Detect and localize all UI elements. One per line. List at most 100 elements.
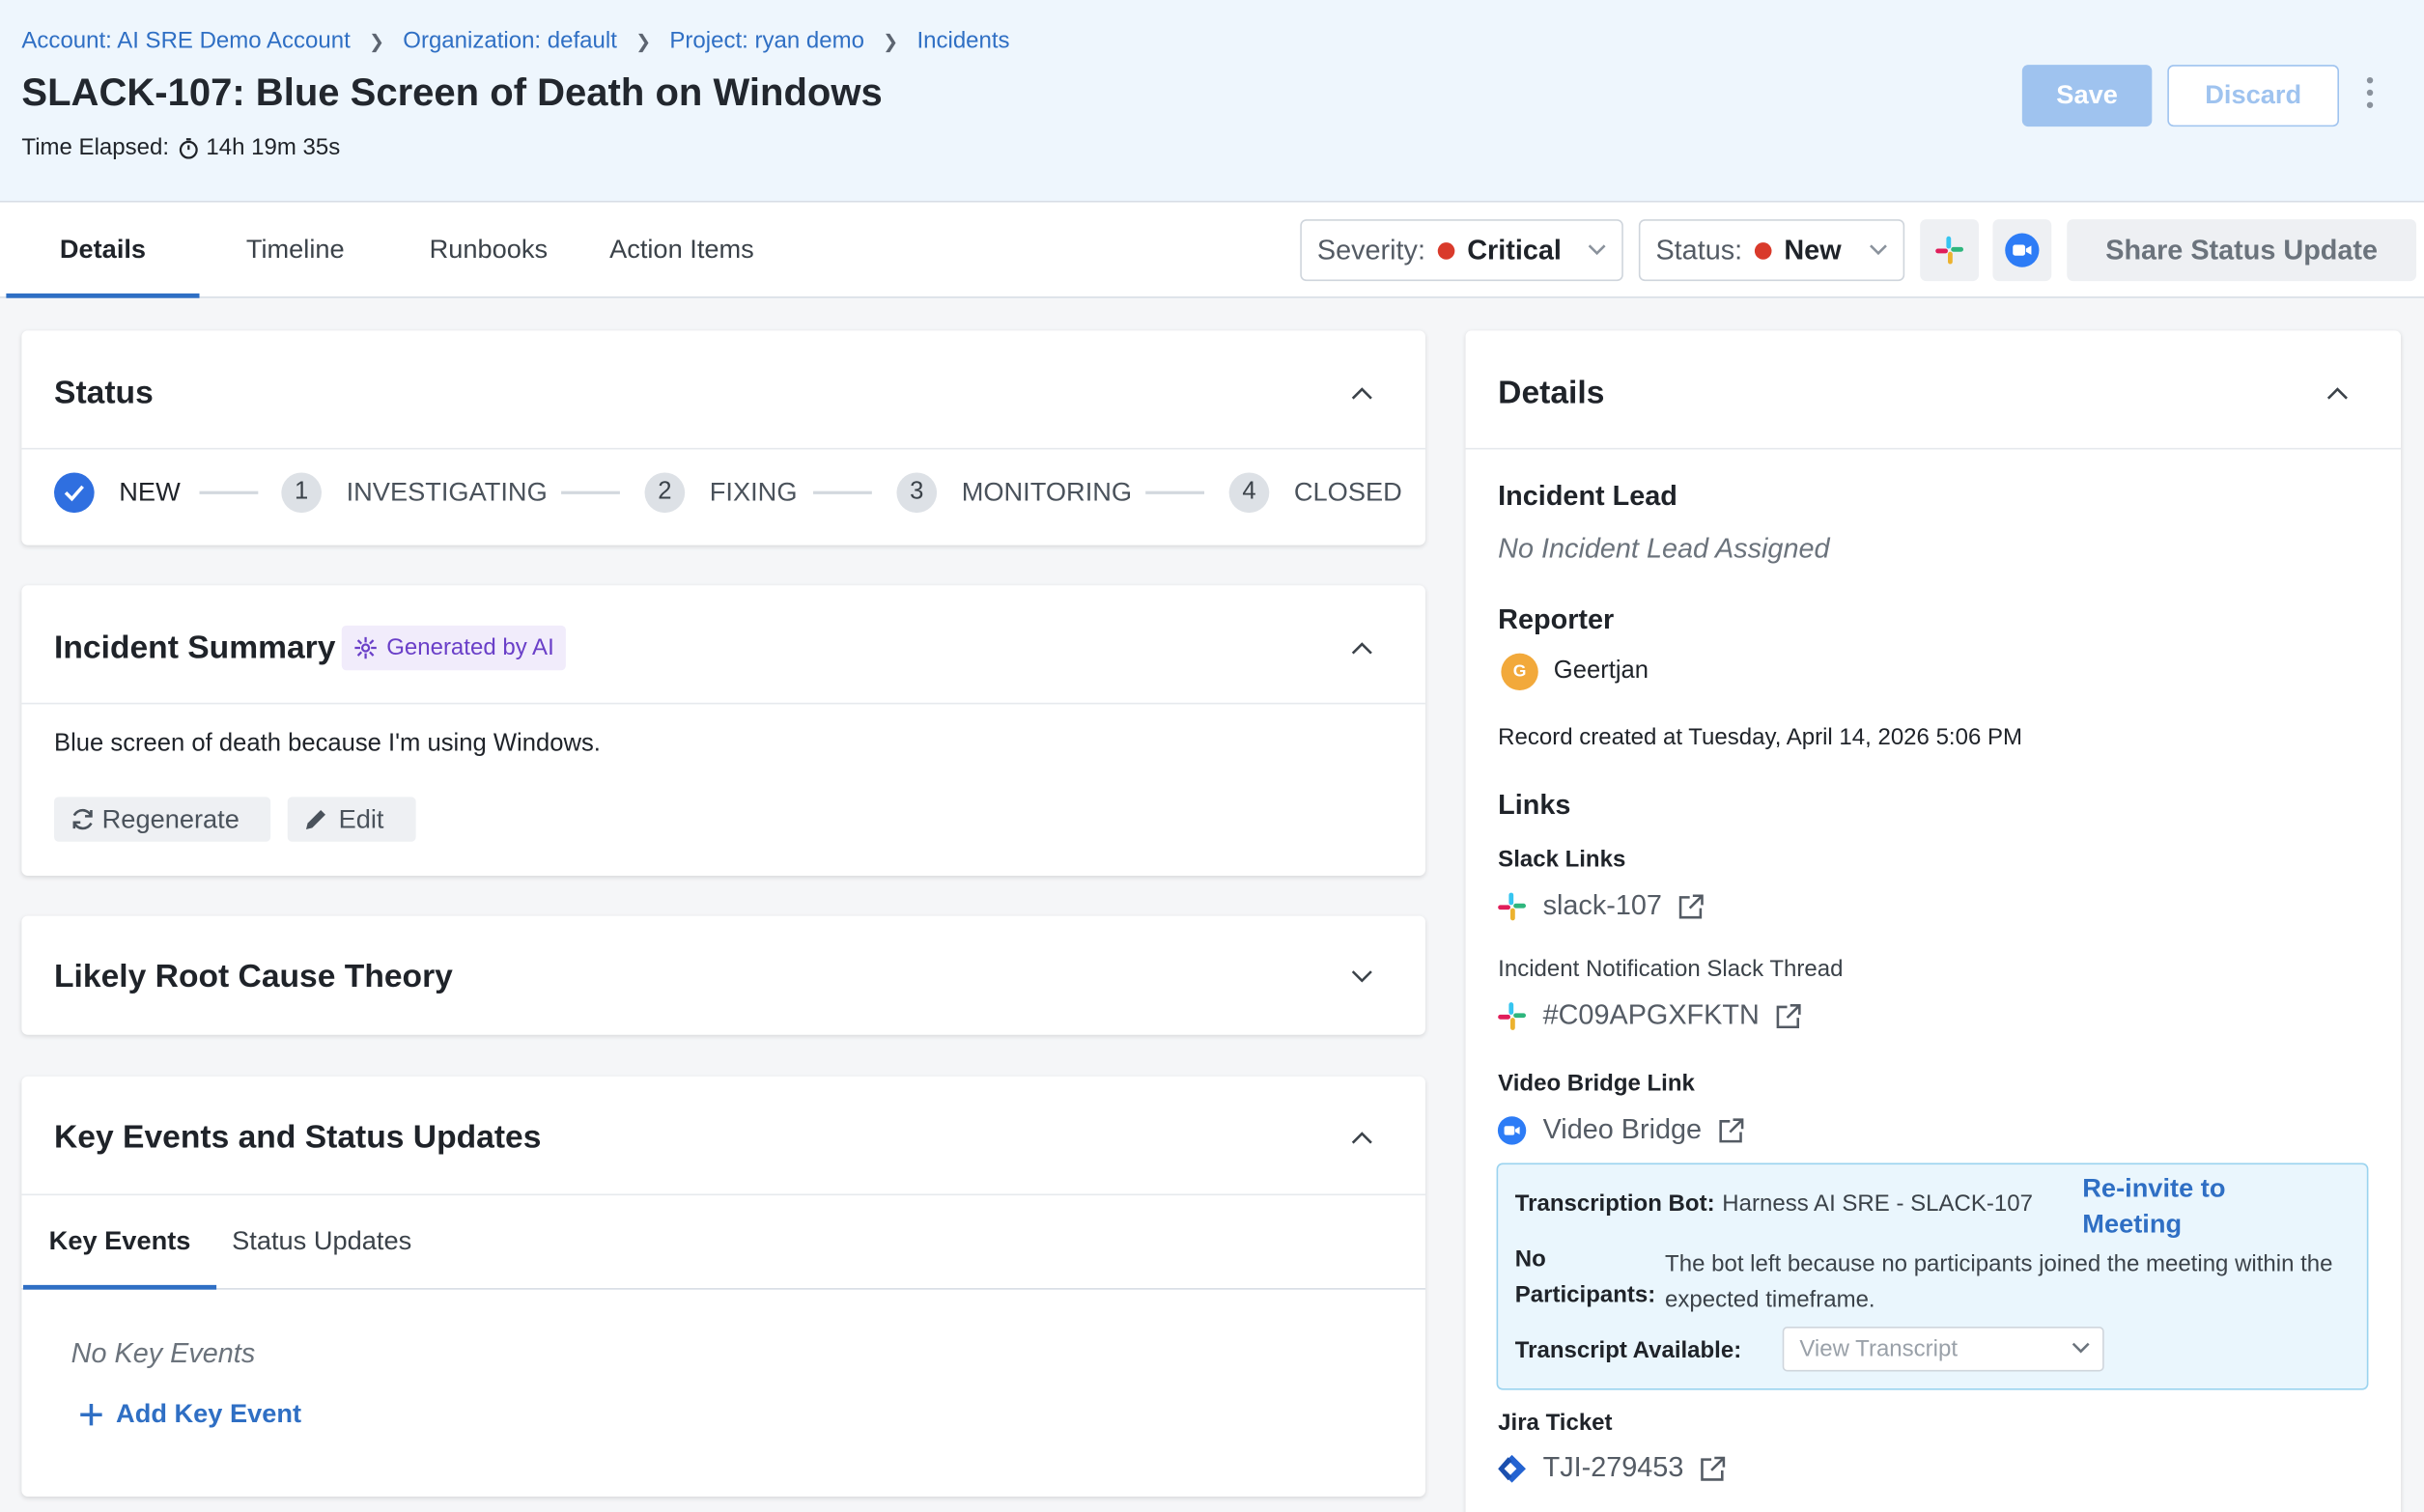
root-cause-card: Likely Root Cause Theory (21, 915, 1425, 1035)
chevron-up-icon[interactable] (1351, 386, 1372, 400)
edit-summary-button[interactable]: Edit (287, 797, 416, 842)
status-value: New (1784, 234, 1842, 266)
slack-link[interactable]: slack-107 (1497, 889, 1705, 922)
breadcrumb-account[interactable]: Account: AI SRE Demo Account (21, 28, 350, 54)
status-dropdown[interactable]: Status: New (1638, 219, 1905, 282)
step-number: 2 (644, 472, 686, 514)
time-elapsed-label: Time Elapsed: (21, 134, 170, 161)
generated-by-ai-badge: Generated by AI (341, 625, 567, 671)
add-key-event-button[interactable]: Add Key Event (79, 1399, 301, 1430)
video-camera-icon (1497, 1115, 1527, 1144)
slack-thread-text: #C09APGXFKTN (1542, 998, 1760, 1030)
tab-timeline[interactable]: Timeline (219, 203, 371, 298)
incident-summary-title: Incident Summary (54, 630, 336, 666)
plus-icon (80, 1404, 102, 1426)
jira-icon (1498, 1454, 1526, 1482)
transcription-bot-value: Harness AI SRE - SLACK-107 (1722, 1190, 2033, 1218)
chevron-right-icon: ❯ (635, 30, 652, 52)
slack-thread-link[interactable]: #C09APGXFKTN (1497, 999, 1803, 1032)
step-label: CLOSED (1293, 477, 1402, 507)
severity-dropdown[interactable]: Severity: Critical (1300, 219, 1623, 282)
transcript-available-key: Transcript Available: (1514, 1337, 1742, 1364)
pencil-icon (305, 809, 325, 829)
add-key-event-label: Add Key Event (116, 1399, 302, 1429)
share-status-update-button[interactable]: Share Status Update (2067, 219, 2417, 282)
no-participants-key: No (1514, 1246, 1546, 1274)
ai-sparkle-icon (354, 636, 377, 659)
step-investigating: 1 INVESTIGATING (281, 472, 548, 514)
video-bridge-label: Video Bridge Link (1498, 1070, 1695, 1097)
slack-icon (1498, 891, 1526, 920)
subtab-status-updates[interactable]: Status Updates (232, 1195, 411, 1288)
breadcrumb-incidents[interactable]: Incidents (916, 28, 1009, 54)
reinvite-to-meeting-link[interactable]: Re-invite to Meeting (2082, 1170, 2298, 1242)
severity-dot (1437, 241, 1455, 259)
status-card: Status (21, 330, 1425, 546)
breadcrumb: Account: AI SRE Demo Account ❯ Organizat… (21, 28, 1009, 54)
chevron-right-icon: ❯ (883, 30, 899, 52)
page-header: Account: AI SRE Demo Account ❯ Organizat… (0, 0, 2424, 203)
step-closed: 4 CLOSED (1228, 472, 1402, 514)
details-card-title: Details (1498, 375, 1605, 411)
more-options-icon[interactable] (2356, 76, 2384, 118)
subtab-key-events[interactable]: Key Events (23, 1195, 217, 1290)
regenerate-button[interactable]: Regenerate (54, 797, 271, 842)
reporter-label: Reporter (1498, 603, 1615, 635)
step-new: NEW (54, 472, 181, 514)
severity-label: Severity: (1316, 234, 1425, 266)
step-label: FIXING (709, 477, 798, 507)
jira-ticket-link[interactable]: TJI-279453 (1497, 1452, 1728, 1485)
step-label: MONITORING (961, 477, 1133, 507)
jira-ticket-text: TJI-279453 (1542, 1451, 1684, 1483)
record-created-text: Record created at Tuesday, April 14, 202… (1498, 724, 2022, 751)
external-link-icon (1776, 1003, 1801, 1028)
step-fixing: 2 FIXING (644, 472, 798, 514)
step-number: 3 (896, 472, 938, 514)
reporter-name: Geertjan (1553, 658, 1649, 685)
slack-button[interactable] (1920, 219, 1980, 282)
avatar: G (1501, 653, 1538, 691)
step-number: 4 (1228, 472, 1270, 514)
chevron-right-icon: ❯ (368, 30, 385, 52)
chevron-up-icon[interactable] (2326, 386, 2348, 400)
jira-ticket-label: Jira Ticket (1498, 1410, 1613, 1437)
zoom-button[interactable] (1992, 219, 2052, 282)
tab-action-items[interactable]: Action Items (592, 203, 772, 298)
view-transcript-select[interactable]: View Transcript (1782, 1327, 2104, 1372)
root-cause-title: Likely Root Cause Theory (54, 959, 453, 995)
tab-runbooks[interactable]: Runbooks (411, 203, 566, 298)
chevron-up-icon[interactable] (1351, 641, 1372, 655)
step-label: NEW (119, 477, 181, 507)
status-label: Status: (1655, 234, 1743, 266)
refresh-icon (72, 808, 93, 830)
tab-details[interactable]: Details (6, 203, 200, 298)
breadcrumb-organization[interactable]: Organization: default (403, 28, 617, 54)
time-elapsed-value: 14h 19m 35s (206, 134, 341, 161)
ai-badge-label: Generated by AI (386, 634, 554, 661)
status-card-title: Status (54, 375, 154, 411)
view-transcript-placeholder: View Transcript (1799, 1335, 1959, 1362)
external-link-icon (1678, 893, 1704, 918)
step-label: INVESTIGATING (346, 477, 548, 507)
breadcrumb-project[interactable]: Project: ryan demo (669, 28, 864, 54)
slack-thread-label: Incident Notification Slack Thread (1498, 956, 1844, 983)
video-camera-icon (2005, 233, 2040, 267)
check-circle-icon (54, 472, 95, 514)
chevron-up-icon[interactable] (1351, 1131, 1372, 1144)
chevron-down-icon[interactable] (1351, 970, 1372, 984)
slack-icon (1498, 1001, 1526, 1030)
regenerate-label: Regenerate (101, 803, 240, 833)
time-elapsed: Time Elapsed: 14h 19m 35s (21, 134, 340, 160)
slack-links-label: Slack Links (1498, 846, 1626, 873)
discard-button[interactable]: Discard (2167, 65, 2340, 127)
chevron-down-icon (2072, 1342, 2090, 1354)
video-bridge-link[interactable]: Video Bridge (1497, 1113, 1745, 1146)
step-monitoring: 3 MONITORING (896, 472, 1133, 514)
external-link-icon (1719, 1117, 1743, 1142)
stopwatch-icon (180, 137, 199, 158)
no-participants-value: The bot left because no participants joi… (1665, 1250, 2333, 1313)
incident-lead-label: Incident Lead (1498, 480, 1677, 512)
save-button[interactable]: Save (2021, 65, 2153, 127)
incident-summary-text: Blue screen of death because I'm using W… (54, 730, 601, 757)
key-events-title: Key Events and Status Updates (54, 1119, 542, 1156)
